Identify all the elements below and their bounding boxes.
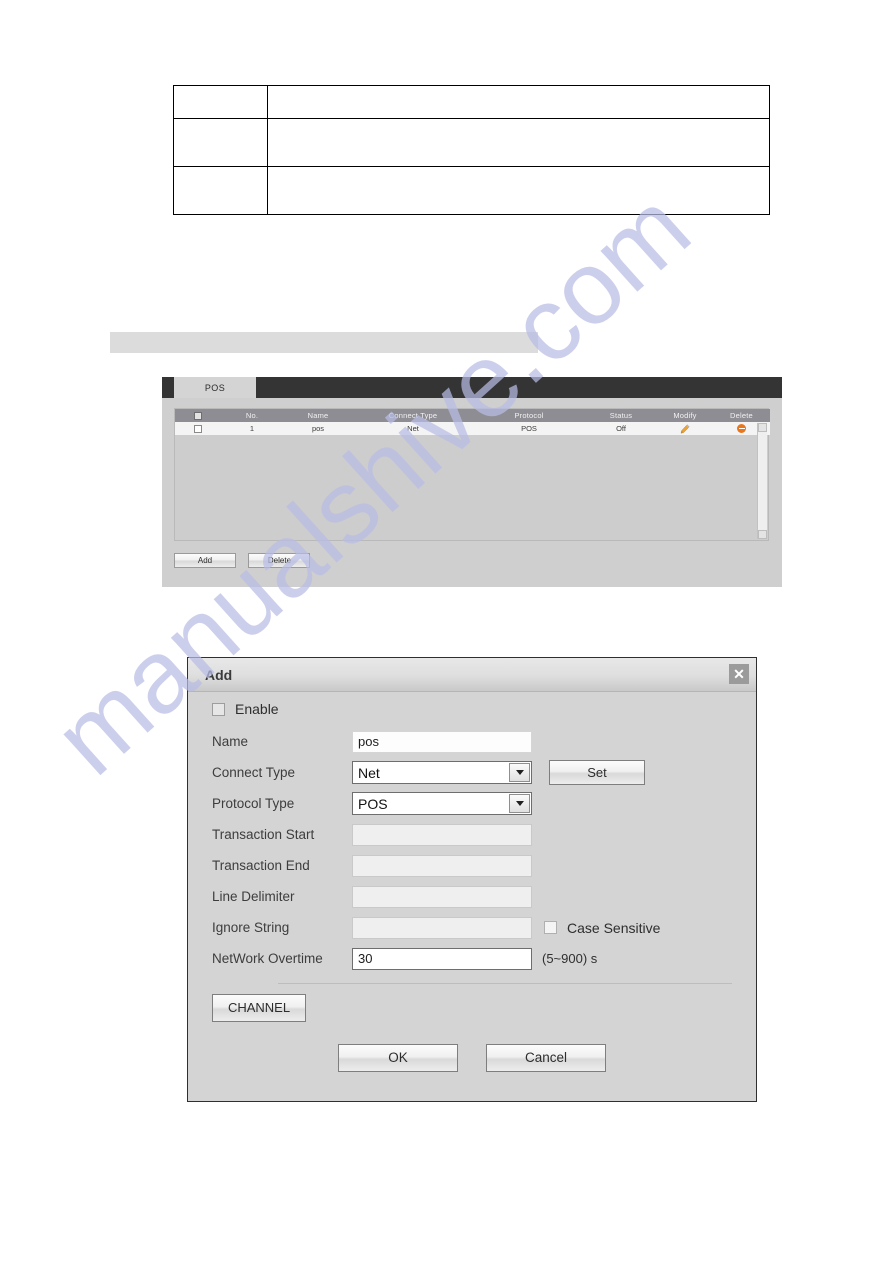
cancel-button[interactable]: Cancel (486, 1044, 606, 1072)
cell-name: pos (283, 422, 353, 435)
protocol-type-select[interactable]: POS (352, 792, 532, 815)
divider (278, 983, 732, 984)
dialog-body: Enable Name pos Connect Type Net Set Pro… (188, 692, 756, 1072)
table-row (173, 118, 770, 167)
delete-circle-icon[interactable] (737, 424, 746, 434)
line-delimiter-label: Line Delimiter (212, 889, 295, 904)
transaction-start-label: Transaction Start (212, 827, 315, 842)
scroll-down-arrow[interactable] (758, 530, 767, 539)
row-select-cell[interactable] (175, 422, 221, 435)
cell-modify[interactable] (657, 422, 713, 435)
header-delete: Delete (713, 409, 770, 422)
case-sensitive-checkbox[interactable] (544, 921, 557, 934)
name-label: Name (212, 734, 249, 749)
connect-type-value: Net (358, 764, 380, 781)
header-status: Status (585, 409, 657, 422)
chevron-down-icon[interactable] (509, 763, 530, 782)
row-enable: Enable (188, 692, 756, 726)
cell-protocol: POS (473, 422, 585, 435)
header-connect-type: Connect Type (353, 409, 473, 422)
doc-table (173, 85, 770, 215)
table-row (173, 166, 770, 215)
row-transaction-end: Transaction End (188, 850, 756, 881)
cell-connect-type: Net (353, 422, 473, 435)
transaction-start-input[interactable] (352, 823, 532, 846)
pos-table-container: No. Name Connect Type Protocol Status Mo… (174, 408, 770, 541)
header-protocol: Protocol (473, 409, 585, 422)
delete-button[interactable]: Delete (248, 553, 311, 568)
ignore-string-input[interactable] (352, 916, 532, 939)
add-button[interactable]: Add (174, 553, 236, 568)
select-all-checkbox[interactable] (194, 412, 202, 420)
table-header-row: No. Name Connect Type Protocol Status Mo… (175, 409, 770, 422)
table-cell-value (267, 85, 770, 119)
row-connect-type: Connect Type Net Set (188, 757, 756, 788)
table-cell-label (173, 166, 268, 215)
add-dialog: Add ✕ Enable Name pos Connect Type Net S… (187, 657, 757, 1102)
ok-button[interactable]: OK (338, 1044, 458, 1072)
connect-type-select[interactable]: Net (352, 761, 532, 784)
tab-bar: POS (162, 377, 782, 398)
cell-status: Off (585, 422, 657, 435)
header-select-all[interactable] (175, 409, 221, 422)
cell-no: 1 (221, 422, 283, 435)
dialog-titlebar: Add ✕ (188, 658, 756, 692)
name-input[interactable]: pos (352, 730, 532, 753)
header-name: Name (283, 409, 353, 422)
network-overtime-label: NetWork Overtime (212, 951, 323, 966)
network-overtime-input[interactable]: 30 (352, 947, 532, 970)
dialog-title: Add (205, 666, 233, 683)
pos-table: No. Name Connect Type Protocol Status Mo… (175, 409, 770, 435)
table-cell-value (267, 118, 770, 167)
header-modify: Modify (657, 409, 713, 422)
table-cell-label (173, 118, 268, 167)
header-no: No. (221, 409, 283, 422)
tab-pos[interactable]: POS (174, 377, 256, 398)
case-sensitive-label: Case Sensitive (567, 919, 661, 936)
set-button[interactable]: Set (549, 760, 645, 785)
caption-bar (110, 332, 538, 353)
ignore-string-label: Ignore String (212, 920, 290, 935)
table-cell-label (173, 85, 268, 119)
scroll-up-arrow[interactable] (758, 423, 767, 432)
table-row (173, 85, 770, 119)
enable-label: Enable (235, 701, 279, 717)
dialog-actions: OK Cancel (188, 1044, 756, 1072)
protocol-type-label: Protocol Type (212, 796, 295, 811)
table-cell-value (267, 166, 770, 215)
pencil-icon[interactable] (680, 423, 690, 434)
chevron-down-icon[interactable] (509, 794, 530, 813)
protocol-type-value: POS (358, 795, 388, 812)
connect-type-label: Connect Type (212, 765, 296, 780)
network-overtime-range: (5~900) s (542, 951, 598, 966)
row-channel: CHANNEL (188, 994, 756, 1022)
row-network-overtime: NetWork Overtime 30 (5~900) s (188, 943, 756, 974)
row-protocol-type: Protocol Type POS (188, 788, 756, 819)
close-icon[interactable]: ✕ (729, 664, 749, 684)
table-scrollbar[interactable] (757, 423, 767, 539)
transaction-end-input[interactable] (352, 854, 532, 877)
panel-action-buttons: Add Delete (174, 550, 311, 568)
row-checkbox[interactable] (194, 425, 202, 433)
enable-checkbox[interactable] (212, 702, 225, 716)
row-transaction-start: Transaction Start (188, 819, 756, 850)
transaction-end-label: Transaction End (212, 858, 310, 873)
channel-button[interactable]: CHANNEL (212, 994, 306, 1022)
pos-panel: POS No. Name Connect Type Protocol Statu… (162, 377, 782, 587)
table-row[interactable]: 1 pos Net POS Off (175, 422, 770, 435)
line-delimiter-input[interactable] (352, 885, 532, 908)
row-ignore-string: Ignore String Case Sensitive (188, 912, 756, 943)
row-line-delimiter: Line Delimiter (188, 881, 756, 912)
row-name: Name pos (188, 726, 756, 757)
